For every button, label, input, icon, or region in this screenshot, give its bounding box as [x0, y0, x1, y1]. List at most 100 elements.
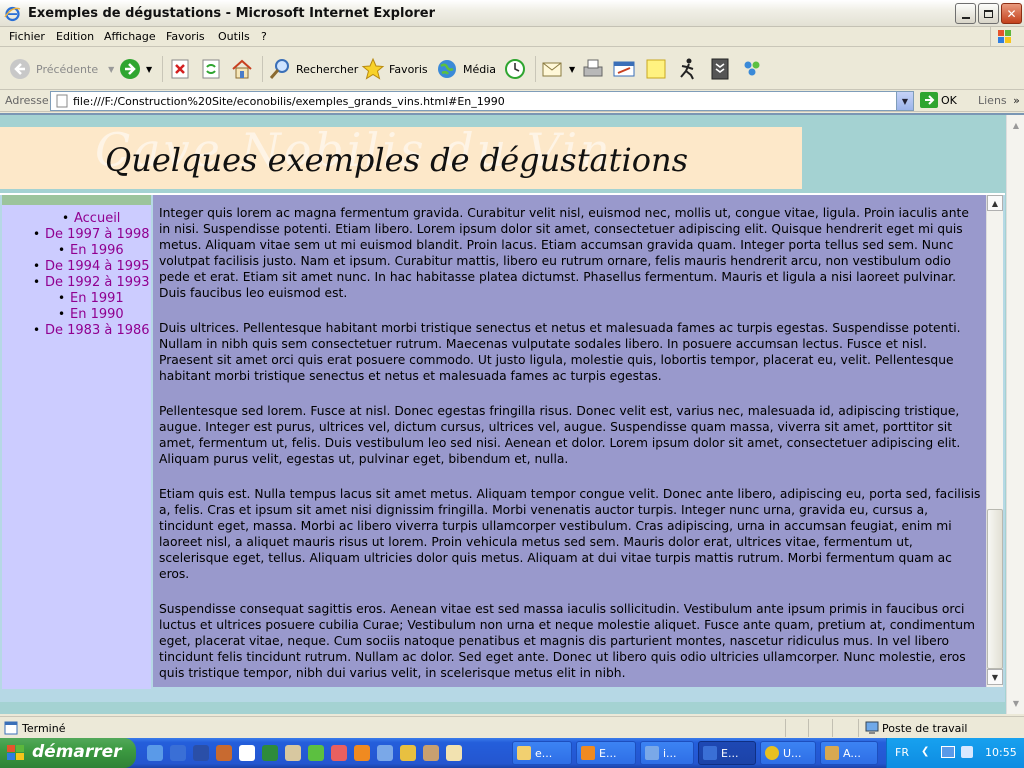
quicklaunch-app-icon[interactable] [285, 745, 301, 761]
quicklaunch-folder-icon[interactable] [446, 745, 462, 761]
forward-button[interactable]: ▼ [118, 54, 152, 84]
restore-icon [984, 9, 993, 18]
forward-dropdown-icon[interactable]: ▼ [146, 65, 152, 74]
app-icon [825, 746, 839, 760]
menu-favoris[interactable]: Favoris [166, 30, 205, 43]
nav-link-accueil[interactable]: Accueil [62, 211, 121, 226]
nav-sidebar: Accueil De 1997 à 1998 En 1996 De 1994 à… [2, 195, 151, 689]
language-indicator[interactable]: FR [895, 746, 909, 759]
media-button[interactable]: Média [435, 54, 496, 84]
history-button[interactable] [503, 54, 527, 84]
nav-link-1992-1993[interactable]: De 1992 à 1993 [33, 275, 149, 290]
refresh-button[interactable] [199, 54, 223, 84]
toolbar-separator [535, 56, 536, 82]
chevron-down-icon: ▼ [901, 96, 909, 106]
menu-outils[interactable]: Outils [218, 30, 250, 43]
menu-help[interactable]: ? [261, 30, 267, 43]
research-button[interactable] [708, 54, 732, 84]
discuss-button[interactable] [644, 54, 668, 84]
back-dropdown-icon[interactable]: ▼ [108, 65, 114, 74]
favorites-button[interactable]: Favoris [361, 54, 428, 84]
quicklaunch-messenger-icon[interactable] [308, 745, 324, 761]
quicklaunch-media-icon[interactable] [193, 745, 209, 761]
nav-link-1997-1998[interactable]: De 1997 à 1998 [33, 227, 149, 242]
tray-expand-icon[interactable]: ❮ [921, 746, 929, 757]
nav-link-1996[interactable]: En 1996 [58, 243, 124, 258]
scroll-up-button[interactable]: ▲ [1008, 117, 1024, 133]
nav-link-1994-1995[interactable]: De 1994 à 1995 [33, 259, 149, 274]
media-globe-icon [438, 60, 456, 78]
page-done-icon [4, 721, 18, 735]
menu-fichier[interactable]: Fichier [9, 30, 45, 43]
address-url[interactable]: file:///F:/Construction%20Site/econobili… [73, 95, 505, 108]
home-button[interactable] [230, 54, 254, 84]
network-icon[interactable] [941, 746, 955, 758]
menu-affichage[interactable]: Affichage [104, 30, 156, 43]
quicklaunch-app-icon[interactable] [216, 745, 232, 761]
print-button[interactable] [581, 54, 605, 84]
quicklaunch-desktop-icon[interactable] [147, 745, 163, 761]
page-title: Quelques exemples de dégustations [105, 141, 689, 179]
nav-link-1991[interactable]: En 1991 [58, 291, 124, 306]
chevron-down-icon: ▼ [1012, 698, 1020, 708]
edit-button[interactable] [612, 54, 636, 84]
taskbar-task[interactable]: i... [640, 741, 694, 765]
taskbar-task[interactable]: E... [576, 741, 636, 765]
scroll-thumb[interactable] [987, 509, 1003, 669]
scroll-down-button[interactable]: ▼ [987, 669, 1003, 685]
ie-logo-icon [4, 6, 21, 22]
search-button[interactable]: Rechercher [268, 54, 358, 84]
maximize-button[interactable] [978, 3, 999, 24]
search-icon [269, 59, 289, 79]
address-dropdown-button[interactable]: ▼ [896, 92, 913, 110]
scroll-up-button[interactable]: ▲ [987, 195, 1003, 211]
go-button[interactable]: OK [920, 92, 957, 108]
content-paragraph: Suspendisse consequat sagittis eros. Aen… [159, 602, 975, 680]
quicklaunch-app-icon[interactable] [377, 745, 393, 761]
taskbar-task[interactable]: A... [820, 741, 878, 765]
refresh-icon [202, 59, 220, 79]
mail-button[interactable]: ▼ [541, 54, 575, 84]
forward-arrow-icon [120, 59, 140, 79]
taskbar: démarrer e... E... i... E... U... A... F… [0, 738, 1024, 768]
messenger-button[interactable] [676, 54, 700, 84]
quicklaunch-firefox-icon[interactable] [354, 745, 370, 761]
links-toolbar[interactable]: Liens » [978, 94, 1020, 107]
page-scrollbar[interactable]: ▲ ▼ [1006, 115, 1024, 714]
windows-flag-icon [990, 27, 1018, 47]
music-icon [645, 746, 659, 760]
minimize-button[interactable] [955, 3, 976, 24]
start-button[interactable]: démarrer [0, 738, 136, 768]
page-icon [56, 94, 68, 108]
volume-icon[interactable] [961, 746, 973, 758]
quicklaunch-excel-icon[interactable] [262, 745, 278, 761]
back-label: Précédente [36, 62, 99, 76]
stop-button[interactable] [168, 54, 192, 84]
taskbar-task[interactable]: e... [512, 741, 572, 765]
content-scrollbar[interactable]: ▲ ▼ [986, 195, 1003, 687]
content-paragraph: Etiam quis est. Nulla tempus lacus sit a… [159, 487, 981, 581]
close-icon: ✕ [1006, 6, 1017, 21]
chevron-up-icon: ▲ [1012, 120, 1020, 130]
back-button[interactable]: Précédente ▼ [8, 54, 114, 84]
security-zone: Poste de travail [882, 722, 968, 735]
quicklaunch-app-icon[interactable] [400, 745, 416, 761]
research-icon [711, 58, 729, 80]
edit-icon [613, 61, 635, 77]
quicklaunch-tools-icon[interactable] [423, 745, 439, 761]
menu-edition[interactable]: Edition [56, 30, 94, 43]
nav-link-1983-1986[interactable]: De 1983 à 1986 [33, 323, 149, 338]
address-input[interactable]: file:///F:/Construction%20Site/econobili… [50, 91, 914, 111]
scroll-down-button[interactable]: ▼ [1008, 695, 1024, 711]
quicklaunch-app-icon[interactable] [331, 745, 347, 761]
mail-dropdown-icon[interactable]: ▼ [569, 65, 575, 74]
quicklaunch-ie-icon[interactable] [170, 745, 186, 761]
content-pane[interactable]: Integer quis lorem ac magna fermentum gr… [153, 195, 988, 687]
nav-link-1990[interactable]: En 1990 [58, 307, 124, 322]
close-button[interactable]: ✕ [1001, 3, 1022, 24]
quicklaunch-word-icon[interactable] [239, 745, 255, 761]
taskbar-task[interactable]: U... [760, 741, 816, 765]
contacts-button[interactable] [740, 54, 764, 84]
content-paragraph: Integer quis lorem ac magna fermentum gr… [159, 206, 969, 300]
taskbar-task-active[interactable]: E... [698, 741, 756, 765]
